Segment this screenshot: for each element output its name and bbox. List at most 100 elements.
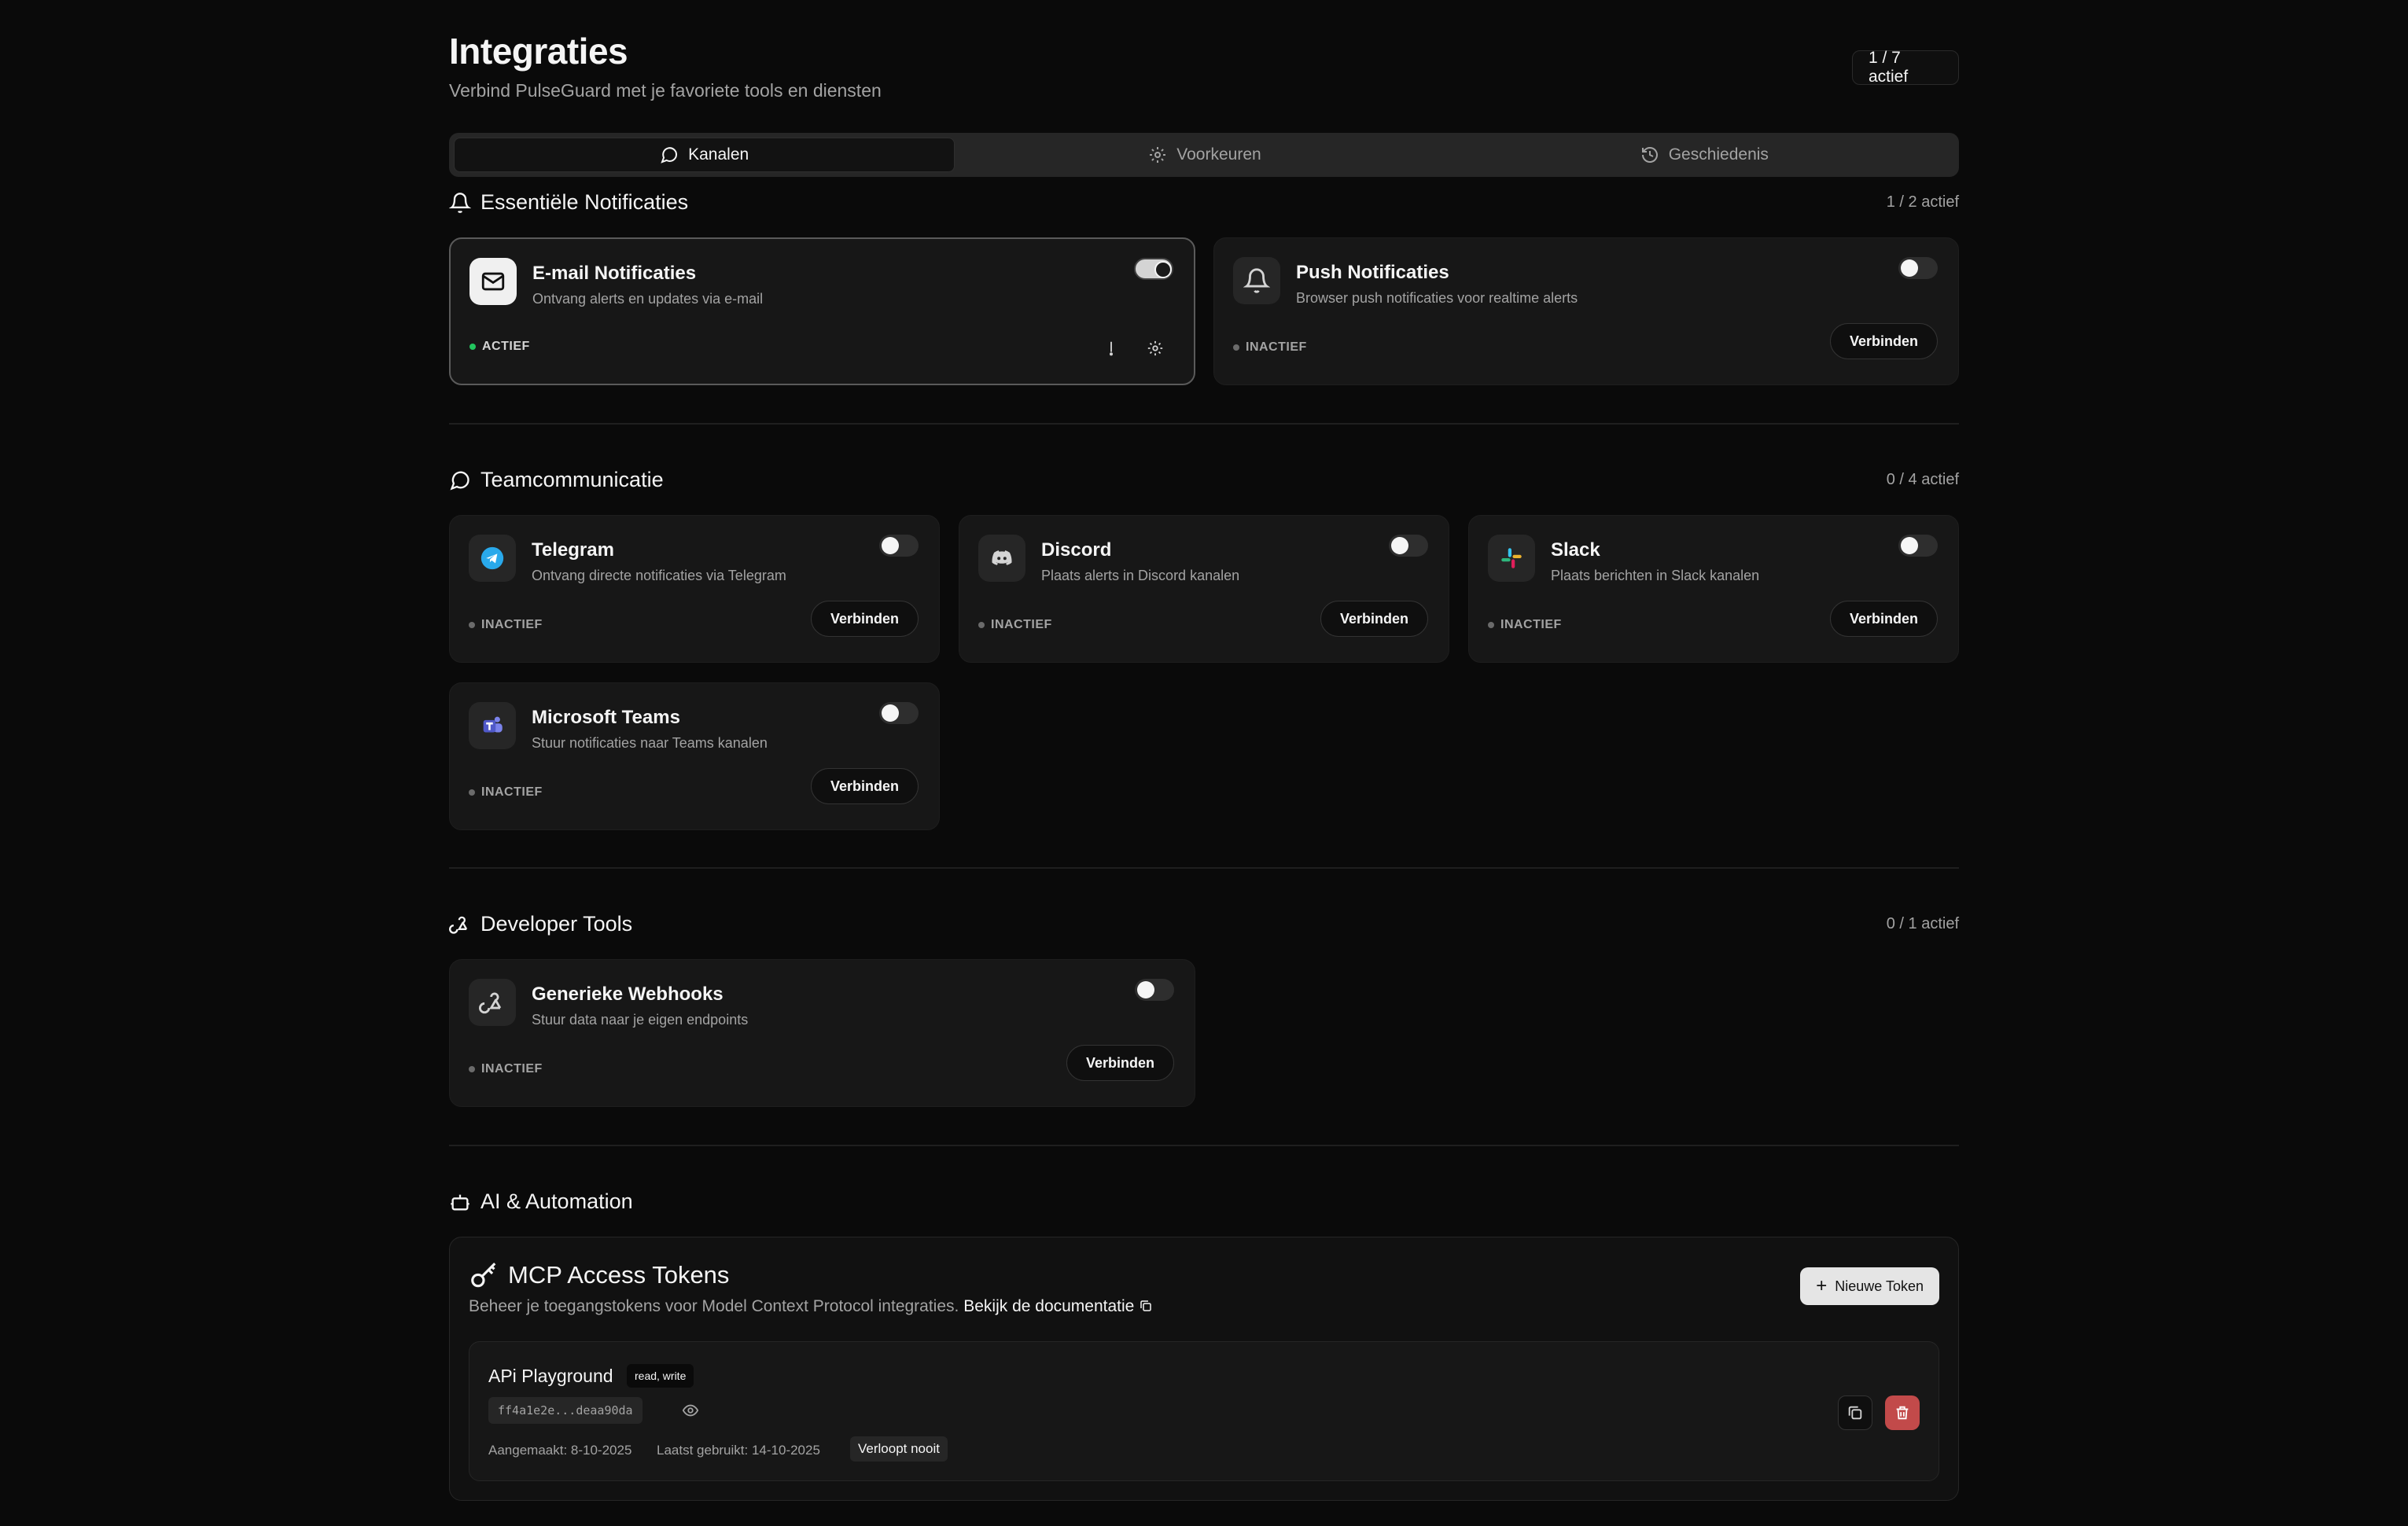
card-icon [469,258,517,305]
section-essential-header: Essentiële Notificaties [449,190,688,215]
new-token-button[interactable]: + Nieuwe Token [1800,1267,1939,1305]
bell-icon [1243,268,1270,293]
card-icon [469,535,516,582]
eye-icon[interactable] [682,1402,699,1419]
connect-button[interactable]: Verbinden [1829,323,1938,359]
status-label: ACTIEF [482,340,530,353]
status-label: INACTIEF [481,785,543,799]
tab-bar: Kanalen Voorkeuren Geschiedenis [449,133,1959,177]
section-divider [449,423,1959,425]
message-circle-icon [661,147,678,164]
documentation-link-label: Bekijk de documentatie [963,1297,1135,1315]
copy-icon [1848,1406,1862,1420]
token-created: Aangemaakt: 8-10-2025 [488,1443,632,1458]
section-count: 1 / 2 actief [1886,193,1959,211]
test-tube-icon[interactable] [1103,340,1120,357]
history-icon [1641,147,1658,163]
webhook-icon [479,992,502,1014]
tab-label: Voorkeuren [1176,145,1261,164]
status-indicator: INACTIEF [978,618,1052,632]
integration-card-email[interactable]: E-mail Notificaties Ontvang alerts en up… [449,237,1195,385]
section-title: AI & Automation [480,1190,633,1213]
discord-toggle[interactable] [1389,535,1428,557]
bell-icon [449,192,471,213]
status-indicator: ACTIEF [469,340,530,354]
webhook-icon [449,916,468,934]
status-indicator: INACTIEF [469,1062,543,1076]
status-label: INACTIEF [481,618,543,631]
mcp-subtitle-text: Beheer je toegangstokens voor Model Cont… [469,1297,959,1315]
status-indicator: INACTIEF [1233,340,1307,355]
teams-toggle[interactable] [879,702,919,724]
slack-icon [1501,548,1522,568]
teams-icon [483,716,503,733]
bot-icon [451,1194,469,1210]
card-icon [978,535,1025,582]
section-ai-header: AI & Automation [449,1190,633,1214]
trash-icon [1896,1406,1909,1420]
integration-card-push[interactable]: Push Notificaties Browser push notificat… [1213,237,1959,385]
token-expiry-badge: Verloopt nooit [850,1436,948,1462]
integration-card-telegram[interactable]: Telegram Ontvang directe notificaties vi… [449,515,940,663]
status-indicator: INACTIEF [469,785,543,800]
push-toggle[interactable] [1898,257,1938,279]
section-dev-header: Developer Tools [449,912,632,936]
connect-button[interactable]: Verbinden [1320,601,1428,637]
mcp-title: MCP Access Tokens [508,1261,730,1289]
section-count: 0 / 1 actief [1886,915,1959,932]
tab-kanalen[interactable]: Kanalen [454,138,955,172]
section-count: 0 / 4 actief [1886,471,1959,488]
token-row: APi Playground read, write ff4a1e2e...de… [469,1341,1939,1481]
card-description: Stuur data naar je eigen endpoints [532,1012,749,1028]
page-subtitle: Verbind PulseGuard met je favoriete tool… [449,80,882,101]
card-icon [469,979,516,1026]
delete-token-button[interactable] [1885,1395,1920,1430]
documentation-link[interactable]: Bekijk de documentatie [963,1297,1153,1315]
key-icon [471,1263,496,1288]
telegram-toggle[interactable] [879,535,919,557]
slack-toggle[interactable] [1898,535,1938,557]
card-name: Microsoft Teams [532,707,680,728]
card-name: Push Notificaties [1296,262,1449,283]
card-description: Ontvang directe notificaties via Telegra… [532,568,786,583]
status-indicator: INACTIEF [469,618,543,632]
card-name: Discord [1041,539,1112,561]
integration-card-discord[interactable]: Discord Plaats alerts in Discord kanalen… [959,515,1449,663]
integration-card-slack[interactable]: Slack Plaats berichten in Slack kanalen … [1468,515,1959,663]
mcp-tokens-panel: MCP Access Tokens Beheer je toegangstoke… [449,1237,1959,1501]
section-title: Developer Tools [480,912,633,936]
connect-button[interactable]: Verbinden [1829,601,1938,637]
connect-button[interactable]: Verbinden [810,601,919,637]
external-link-icon [1140,1300,1151,1311]
connect-button[interactable]: Verbinden [1066,1045,1174,1081]
connect-button[interactable]: Verbinden [810,768,919,804]
section-divider [449,1145,1959,1146]
card-actions [1103,340,1164,357]
gear-icon[interactable] [1147,340,1164,357]
card-description: Ontvang alerts en updates via e-mail [532,291,764,307]
card-icon [469,702,516,749]
status-label: INACTIEF [1246,340,1307,354]
webhooks-toggle[interactable] [1135,979,1174,1001]
tab-voorkeuren[interactable]: Voorkeuren [955,138,1454,172]
card-name: Telegram [532,539,614,561]
token-scope-badge: read, write [627,1364,694,1388]
mail-icon [481,272,505,291]
status-label: INACTIEF [991,618,1052,631]
section-team-header: Teamcommunicatie [449,468,664,492]
card-description: Browser push notificaties voor realtime … [1296,290,1578,306]
card-icon [1233,257,1280,304]
integration-card-webhooks[interactable]: Generieke Webhooks Stuur data naar je ei… [449,959,1195,1107]
status-indicator: INACTIEF [1488,618,1562,632]
active-count-badge: 1 / 7 actief [1852,49,1959,86]
message-circle-icon [450,471,469,490]
status-label: INACTIEF [481,1062,543,1076]
email-toggle[interactable] [1134,258,1173,280]
section-title: Teamcommunicatie [480,468,664,491]
telegram-icon [480,546,504,570]
copy-token-button[interactable] [1838,1395,1872,1430]
tab-geschiedenis[interactable]: Geschiedenis [1455,138,1954,172]
token-value: ff4a1e2e...deaa90da [488,1397,643,1424]
integration-card-teams[interactable]: Microsoft Teams Stuur notificaties naar … [449,682,940,830]
card-name: Slack [1551,539,1600,561]
